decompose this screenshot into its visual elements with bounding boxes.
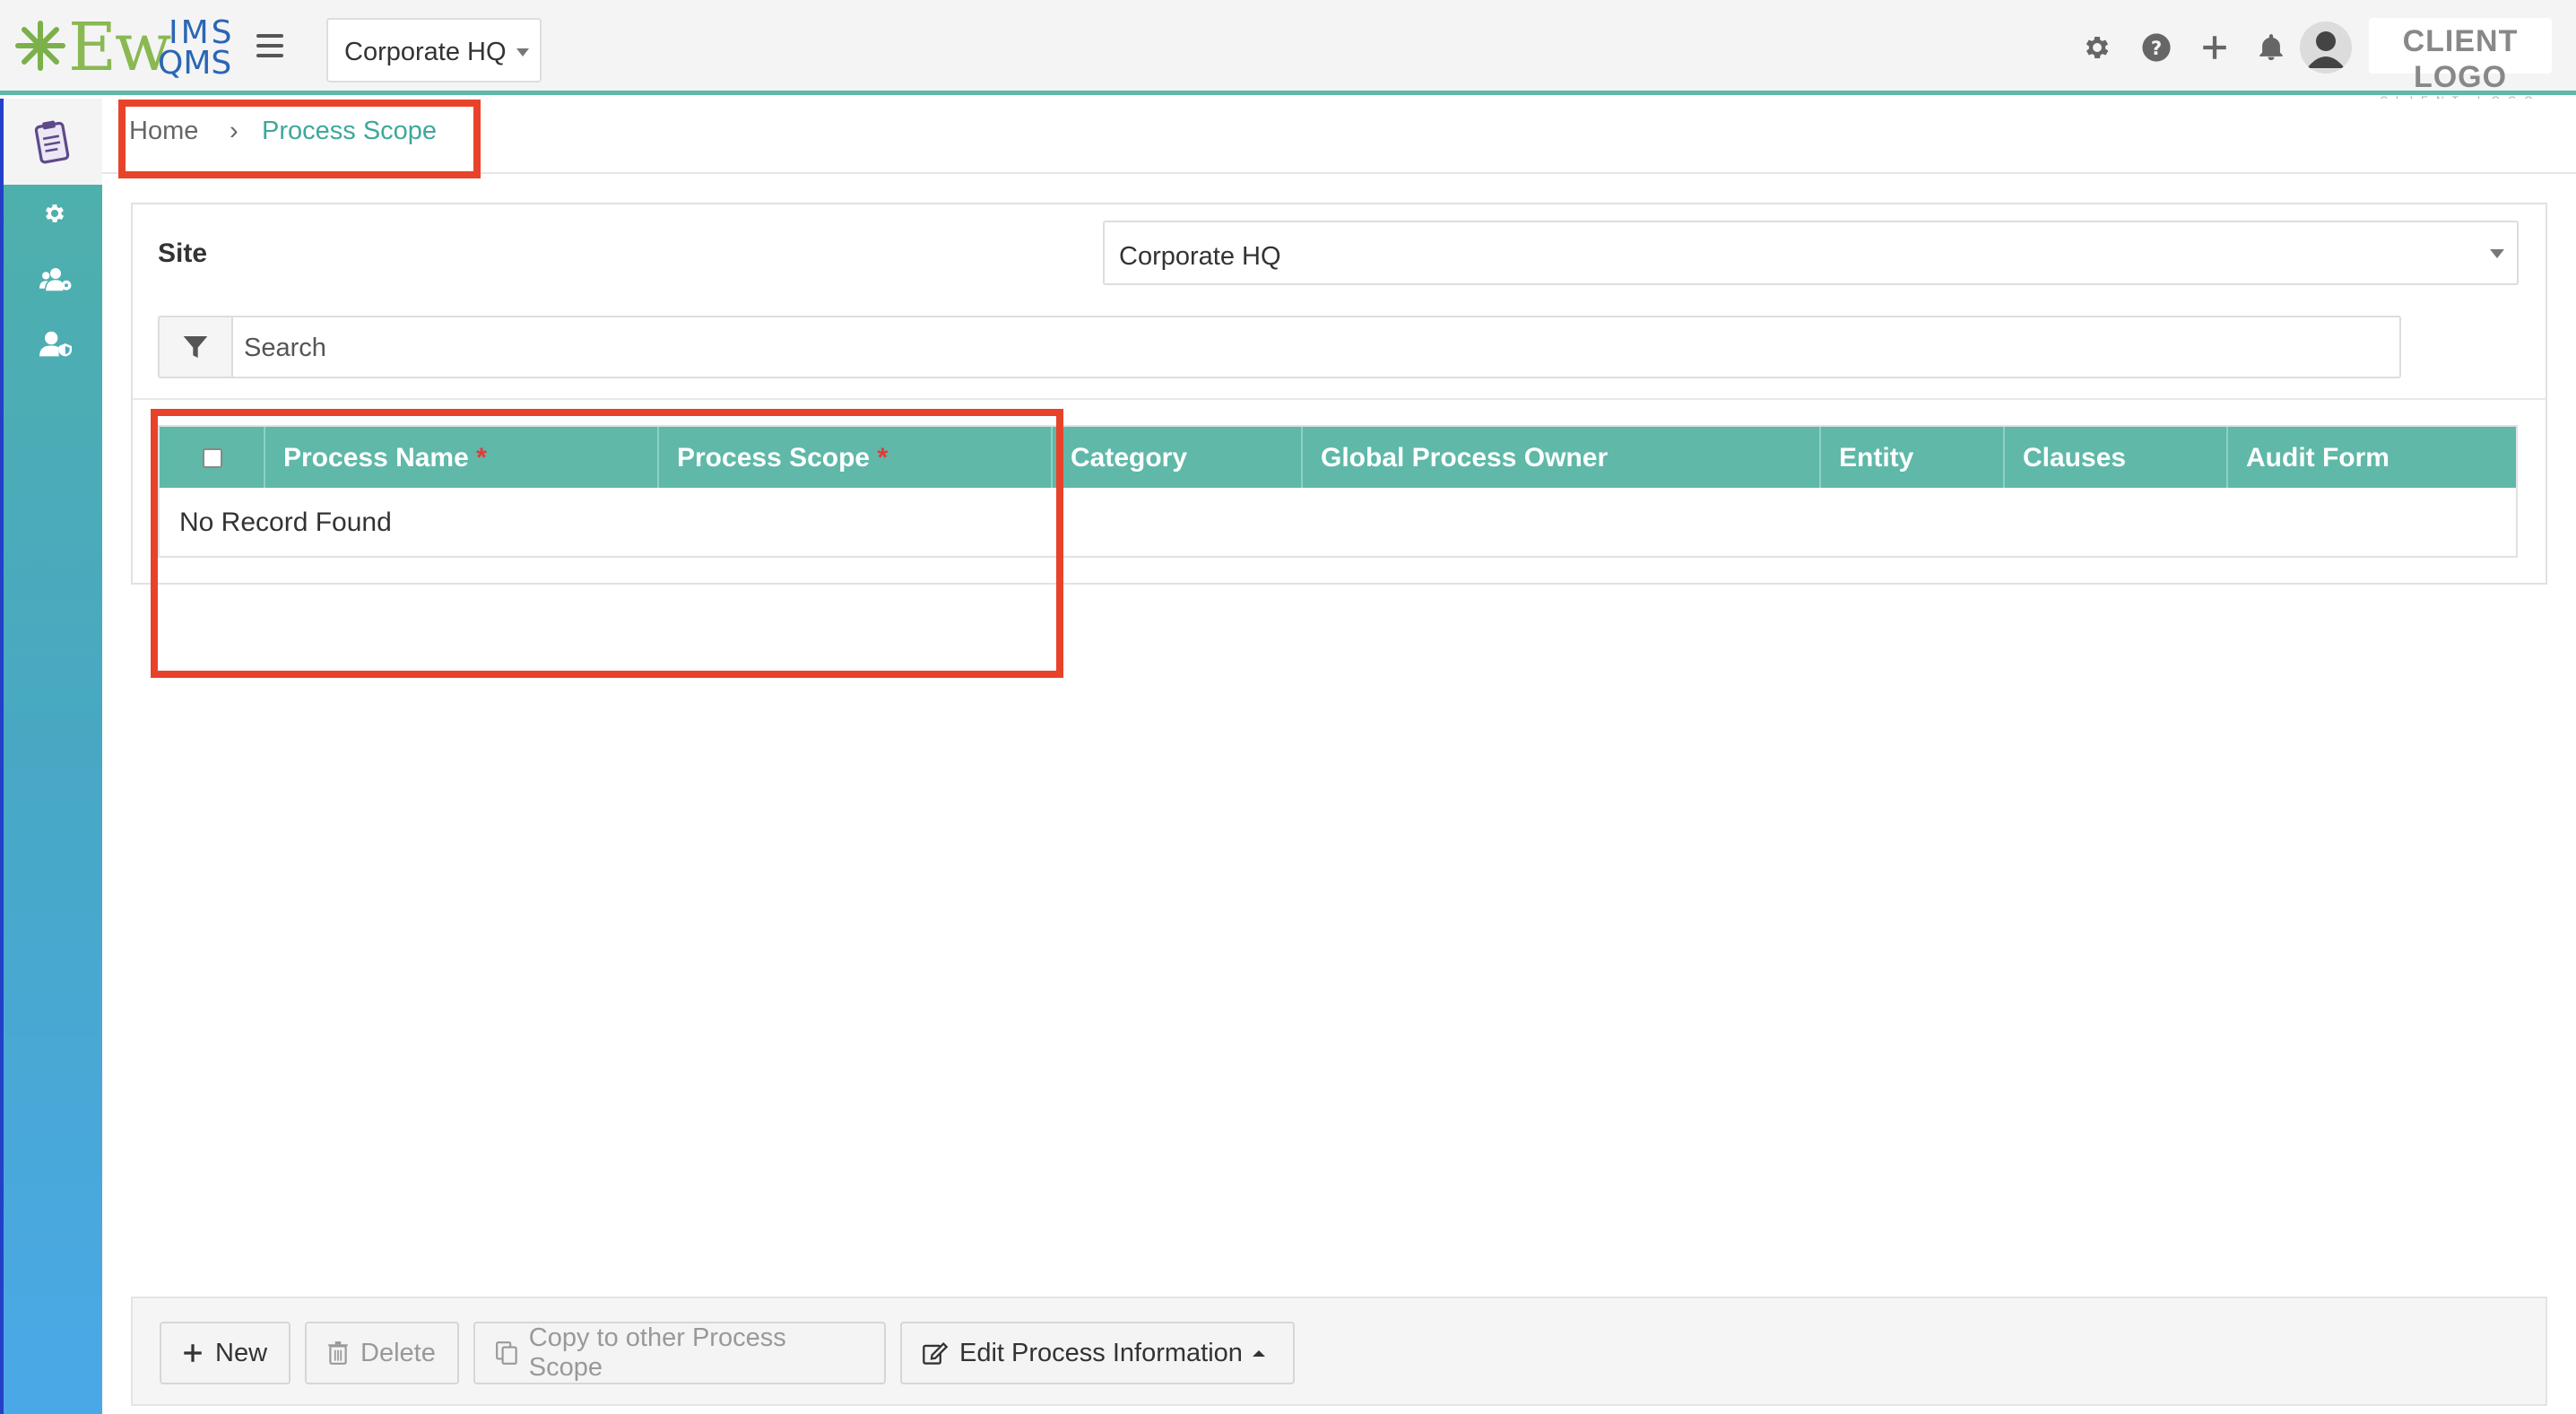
site-label: Site bbox=[158, 239, 208, 268]
sidebar-item-process[interactable] bbox=[4, 99, 102, 185]
client-logo-text: CLIENT LOGO bbox=[2402, 24, 2519, 94]
action-bar: New Delete Copy to other Process Scope E… bbox=[131, 1297, 2547, 1406]
users-gear-icon[interactable] bbox=[39, 265, 72, 292]
new-button[interactable]: New bbox=[160, 1322, 291, 1384]
trash-icon bbox=[328, 1341, 348, 1365]
logo-burst-icon bbox=[15, 21, 65, 71]
avatar[interactable] bbox=[2300, 22, 2352, 74]
user-shield-icon[interactable] bbox=[39, 330, 72, 357]
site-dropdown-value: Corporate HQ bbox=[1119, 242, 1281, 271]
clipboard-icon bbox=[34, 120, 70, 164]
highlight-box-columns bbox=[151, 409, 1063, 678]
copy-to-other-process-scope-button[interactable]: Copy to other Process Scope bbox=[473, 1322, 886, 1384]
column-label: Entity bbox=[1839, 443, 1914, 473]
caret-down-icon bbox=[516, 48, 529, 56]
delete-button-label: Delete bbox=[360, 1338, 436, 1367]
client-logo: CLIENT LOGO CLIENT LOGO bbox=[2369, 18, 2552, 106]
filter-icon bbox=[183, 336, 208, 358]
search-input[interactable]: Search bbox=[231, 316, 2401, 378]
copy-button-label: Copy to other Process Scope bbox=[528, 1323, 786, 1382]
panel-divider bbox=[133, 398, 2546, 400]
menu-toggle-icon[interactable] bbox=[256, 34, 283, 57]
column-header-entity[interactable]: Entity bbox=[1821, 427, 2005, 488]
column-label: Audit Form bbox=[2246, 443, 2390, 473]
gear-icon[interactable] bbox=[2082, 32, 2112, 63]
filter-button[interactable] bbox=[158, 316, 231, 378]
plus-icon bbox=[184, 1344, 202, 1362]
delete-button[interactable]: Delete bbox=[305, 1322, 459, 1384]
sidebar bbox=[0, 99, 102, 1414]
plus-icon[interactable] bbox=[2199, 32, 2230, 63]
svg-text:?: ? bbox=[2151, 38, 2162, 60]
column-label: Global Process Owner bbox=[1321, 443, 1609, 473]
column-header-clauses[interactable]: Clauses bbox=[2005, 427, 2228, 488]
header-site-selector[interactable]: Corporate HQ bbox=[326, 18, 542, 82]
app-logo[interactable]: Ew IMS QMS bbox=[14, 9, 232, 86]
edit-button-label: Edit Process Information bbox=[959, 1338, 1243, 1367]
column-label: Category bbox=[1071, 443, 1188, 473]
edit-icon bbox=[923, 1341, 949, 1365]
column-header-category[interactable]: Category bbox=[1053, 427, 1303, 488]
new-button-label: New bbox=[215, 1338, 268, 1367]
column-label: Clauses bbox=[2023, 443, 2127, 473]
column-header-global-process-owner[interactable]: Global Process Owner bbox=[1303, 427, 1821, 488]
help-icon[interactable]: ? bbox=[2141, 32, 2172, 63]
search-placeholder: Search bbox=[244, 334, 326, 362]
logo-qms: QMS bbox=[158, 45, 232, 82]
copy-icon bbox=[496, 1341, 517, 1365]
header-site-value: Corporate HQ bbox=[344, 38, 507, 66]
gear-icon[interactable] bbox=[42, 201, 67, 226]
highlight-box-breadcrumb bbox=[118, 100, 481, 178]
caret-down-icon bbox=[2490, 249, 2504, 258]
edit-process-information-button[interactable]: Edit Process Information bbox=[900, 1322, 1295, 1384]
logo-ew: Ew bbox=[68, 9, 171, 86]
column-header-audit-form[interactable]: Audit Form bbox=[2228, 427, 2516, 488]
bell-icon[interactable] bbox=[2256, 32, 2286, 63]
site-dropdown[interactable]: Corporate HQ bbox=[1103, 221, 2519, 285]
top-bar: Ew IMS QMS Corporate HQ ? CLIENT LOGO CL… bbox=[0, 0, 2576, 106]
caret-up-icon bbox=[1252, 1350, 1265, 1357]
